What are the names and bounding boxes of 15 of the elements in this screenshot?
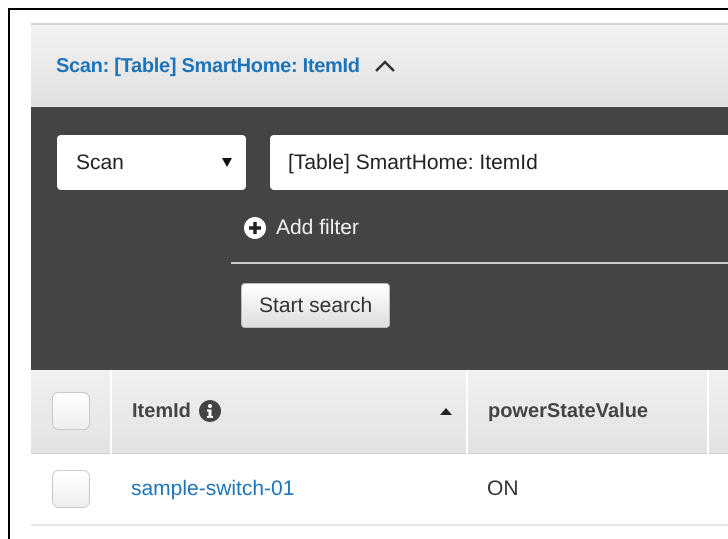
select-all-checkbox[interactable] [52,392,90,430]
collapse-chevron-icon[interactable] [374,58,396,73]
dropdown-caret-icon [222,158,232,167]
column-header[interactable]: ItemId [132,396,191,426]
table-cell: ON [487,477,518,500]
info-icon[interactable] [198,400,221,422]
plus-circle-icon [244,216,266,239]
item-link[interactable]: sample-switch-01 [131,477,294,500]
table-field[interactable]: [Table] SmartHome: ItemId [270,135,728,190]
panel-title[interactable]: Scan: [Table] SmartHome: ItemId [56,51,360,81]
row-checkbox[interactable] [52,470,90,508]
mode-dropdown[interactable]: Scan [57,135,246,190]
start-search-button[interactable]: Start search [241,282,390,328]
sort-arrow-icon[interactable] [440,408,452,415]
add-filter-link[interactable]: Add filter [244,212,359,244]
